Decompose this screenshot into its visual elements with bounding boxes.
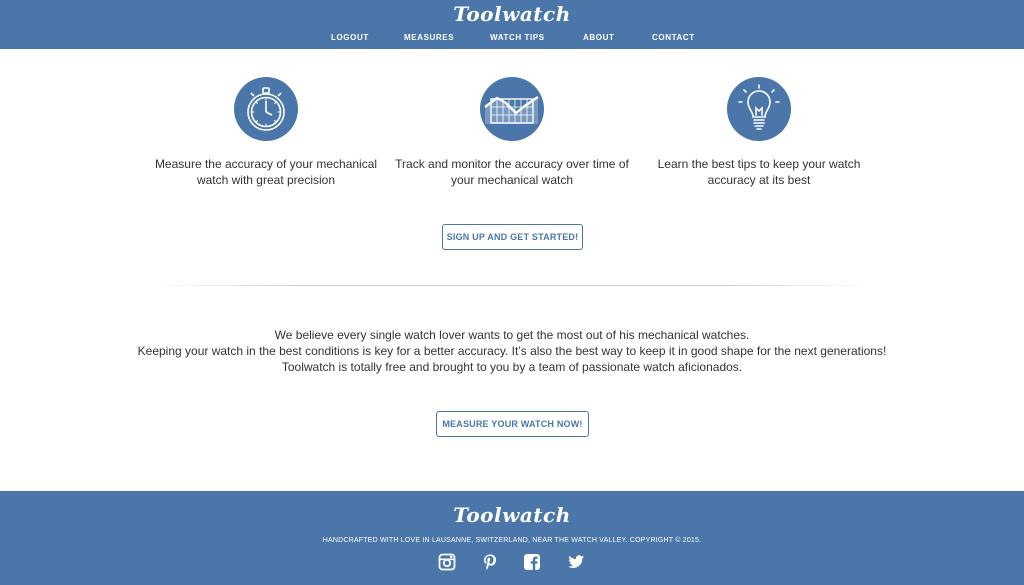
footer-copyright: HANDCRAFTED WITH LOVE IN LAUSANNE, SWITZ… (322, 537, 702, 544)
main-nav: LOGOUT MEASURES WATCH TIPS ABOUT CONTACT (0, 31, 1024, 45)
facebook-icon[interactable] (523, 553, 541, 571)
instagram-icon[interactable] (438, 553, 456, 571)
footer-logo: Toolwatch (453, 503, 571, 527)
about-text: We believe every single watch lover want… (137, 328, 887, 374)
nav-watch-tips[interactable]: WATCH TIPS (490, 31, 545, 45)
feature-text-track: Track and monitor the accuracy over time… (395, 157, 629, 187)
stopwatch-icon (234, 77, 298, 141)
feature-text-measure: Measure the accuracy of your mechanical … (154, 157, 378, 187)
pinterest-icon[interactable] (481, 553, 499, 571)
section-divider (152, 285, 872, 286)
nav-logout[interactable]: LOGOUT (331, 31, 369, 45)
header: Toolwatch LOGOUT MEASURES WATCH TIPS ABO… (0, 0, 1024, 49)
lightbulb-icon (727, 77, 791, 141)
nav-measures[interactable]: MEASURES (404, 31, 454, 45)
measure-watch-button[interactable]: MEASURE YOUR WATCH NOW! (436, 411, 589, 437)
signup-button[interactable]: SIGN UP AND GET STARTED! (442, 224, 583, 250)
nav-about[interactable]: ABOUT (583, 31, 614, 45)
nav-contact[interactable]: CONTACT (652, 31, 695, 45)
feature-text-tips: Learn the best tips to keep your watch a… (657, 157, 861, 187)
chart-icon (480, 77, 544, 141)
twitter-icon[interactable] (567, 553, 585, 571)
site-logo[interactable]: Toolwatch (0, 2, 1024, 26)
